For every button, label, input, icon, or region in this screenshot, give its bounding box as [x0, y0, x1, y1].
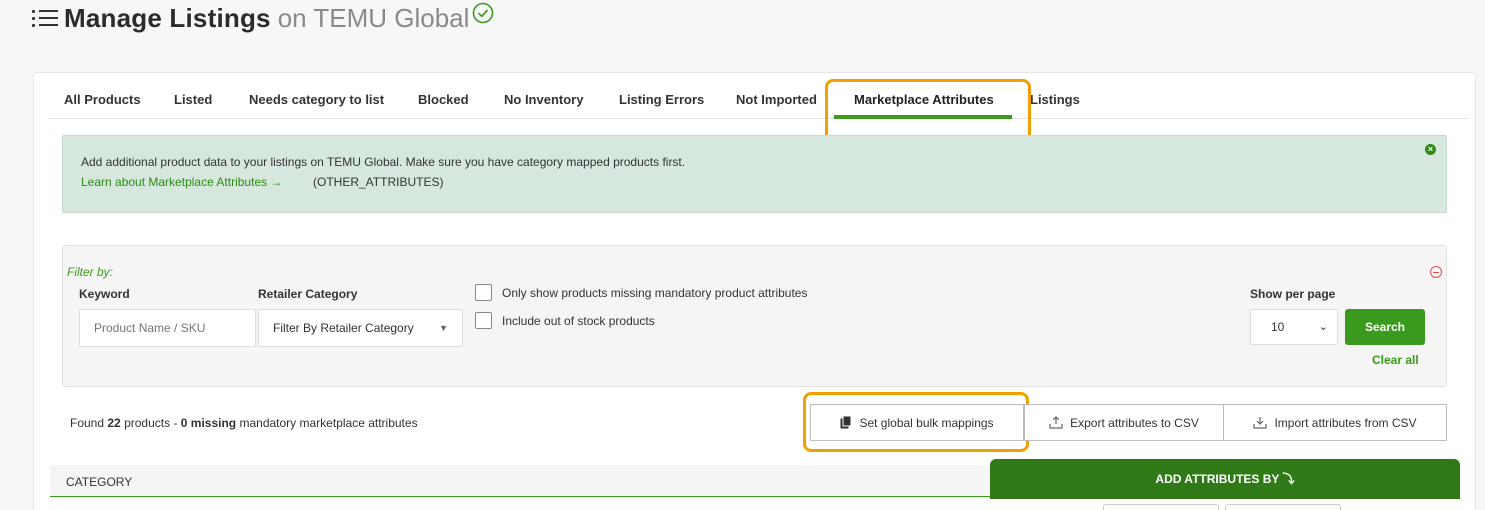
found-prefix: Found	[70, 416, 105, 430]
out-of-stock-checkbox-row[interactable]: Include out of stock products	[475, 312, 655, 329]
found-count: 22	[107, 416, 121, 430]
row-button-stub[interactable]	[1225, 504, 1341, 510]
tab-listings[interactable]: Listings	[1030, 92, 1080, 107]
close-alert-icon[interactable]: ×	[1425, 144, 1436, 155]
col-category: CATEGORY	[66, 475, 133, 489]
category-select-value: Filter By Retailer Category	[273, 321, 414, 335]
col-add-attributes: ADD ATTRIBUTES BY ⤵	[990, 459, 1460, 499]
import-csv-label: Import attributes from CSV	[1274, 415, 1417, 430]
export-icon	[1049, 416, 1063, 429]
export-csv-label: Export attributes to CSV	[1070, 415, 1199, 430]
filter-by-label: Filter by:	[67, 265, 114, 279]
col-add-attributes-label: ADD ATTRIBUTES BY	[1155, 472, 1280, 486]
alert-code: (OTHER_ATTRIBUTES)	[313, 175, 444, 189]
set-bulk-mappings-label: Set global bulk mappings	[859, 415, 994, 430]
missing-attributes-checkbox[interactable]	[475, 284, 492, 301]
page-subtitle: on TEMU Global	[277, 2, 470, 33]
tab-no-inventory[interactable]: No Inventory	[504, 92, 583, 107]
tab-listing-errors[interactable]: Listing Errors	[619, 92, 704, 107]
main-card: All Products Listed Needs category to li…	[33, 72, 1476, 510]
found-mid: products -	[124, 416, 178, 430]
copy-icon	[840, 416, 852, 429]
info-alert: Add additional product data to your list…	[62, 135, 1447, 213]
arrow-right-icon: →	[270, 175, 283, 189]
alert-message: Add additional product data to your list…	[81, 155, 686, 169]
page-title: Manage Listings	[64, 2, 271, 33]
tab-bar: All Products Listed Needs category to li…	[48, 73, 1468, 119]
learn-more-label: Learn about Marketplace Attributes	[81, 175, 268, 189]
page-header: Manage Listings on TEMU Global	[32, 0, 494, 36]
import-csv-button[interactable]: Import attributes from CSV	[1223, 404, 1447, 441]
import-icon	[1253, 416, 1268, 429]
missing-attributes-label: Only show products missing mandatory pro…	[502, 285, 808, 300]
keyword-label: Keyword	[79, 287, 130, 301]
clear-all-link[interactable]: Clear all	[1372, 353, 1419, 367]
list-icon	[32, 7, 58, 29]
category-select[interactable]: Filter By Retailer Category ▼	[258, 309, 463, 347]
tab-listed[interactable]: Listed	[174, 92, 212, 107]
check-circle-icon	[473, 2, 494, 24]
learn-more-link[interactable]: Learn about Marketplace Attributes →	[81, 175, 282, 189]
tab-marketplace-attributes[interactable]: Marketplace Attributes	[854, 92, 994, 107]
tab-blocked[interactable]: Blocked	[418, 92, 469, 107]
tab-needs-category[interactable]: Needs category to list	[249, 92, 384, 107]
export-csv-button[interactable]: Export attributes to CSV	[1024, 404, 1224, 441]
category-label: Retailer Category	[258, 287, 358, 301]
per-page-value: 10	[1271, 320, 1285, 334]
found-suffix: mandatory marketplace attributes	[239, 416, 418, 430]
out-of-stock-checkbox[interactable]	[475, 312, 492, 329]
set-bulk-mappings-button[interactable]: Set global bulk mappings	[810, 404, 1024, 441]
missing-attributes-checkbox-row[interactable]: Only show products missing mandatory pro…	[475, 284, 807, 301]
row-button-stub[interactable]	[1103, 504, 1219, 510]
keyword-input[interactable]	[79, 309, 256, 347]
missing-count: 0 missing	[180, 416, 237, 430]
caret-down-icon: ▼	[439, 323, 448, 333]
collapse-filter-icon[interactable]	[1430, 266, 1442, 278]
per-page-label: Show per page	[1250, 287, 1336, 301]
active-tab-indicator	[834, 115, 1012, 119]
per-page-select[interactable]: 10 ⌄	[1250, 309, 1338, 345]
out-of-stock-label: Include out of stock products	[502, 313, 655, 328]
tab-all-products[interactable]: All Products	[64, 92, 141, 107]
tab-not-imported[interactable]: Not Imported	[736, 92, 817, 107]
arrow-turn-down-icon: ⤵	[1282, 472, 1295, 486]
results-summary: Found 22 products - 0 missing mandatory …	[70, 416, 418, 430]
chevron-down-icon: ⌄	[1318, 321, 1328, 333]
table-header: CATEGORY	[50, 465, 990, 497]
filter-panel: Filter by: Keyword Retailer Category Fil…	[62, 245, 1447, 387]
search-button[interactable]: Search	[1345, 309, 1425, 345]
